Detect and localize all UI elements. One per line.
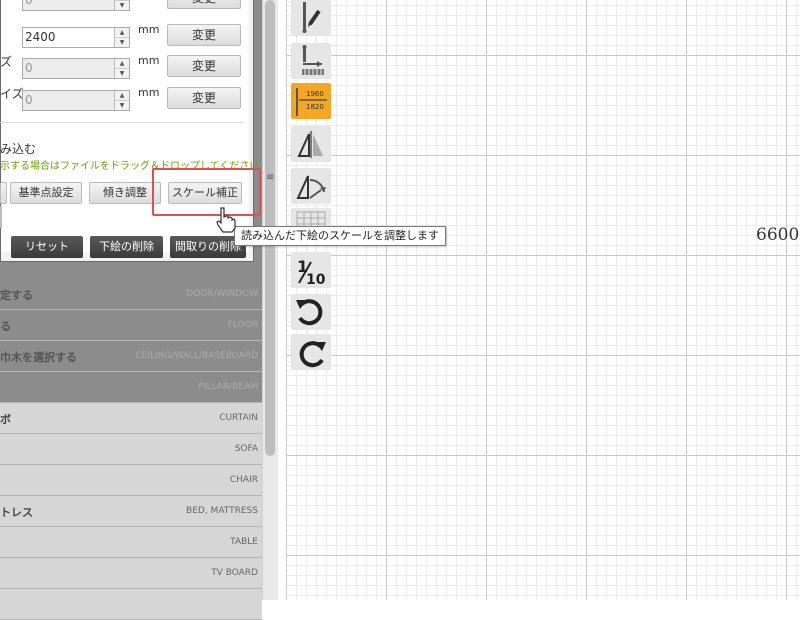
delete-underlay-button[interactable]: 下絵の削除	[90, 236, 163, 258]
wall-icon	[302, 45, 324, 75]
size-value: 0	[25, 0, 33, 7]
spinner-arrows[interactable]: ▲▼	[114, 28, 129, 47]
scale-tooltip: 読み込んだ下絵のスケールを調整します	[234, 226, 446, 246]
size-value: 0	[25, 93, 33, 107]
spinner-up-icon[interactable]: ▲	[115, 28, 129, 38]
size-unit: mm	[138, 54, 160, 67]
category-row[interactable]: PILLAR/BEAM	[0, 372, 262, 403]
category-label-en: FLOOR	[227, 320, 258, 330]
size-row: ズ 0 ▲ ▼ mm 変更	[0, 54, 250, 82]
pen-icon	[302, 2, 321, 33]
dialog-divider	[0, 122, 243, 123]
category-label-en: TABLE	[230, 537, 258, 547]
fraction-icon: 1 10	[297, 257, 326, 288]
category-row[interactable]: トレス BED, MATTRESS	[0, 496, 262, 527]
category-label-en: CEILING/WALL/BASEBOARD	[135, 351, 258, 361]
category-row[interactable]: 巾木を選択する CEILING/WALL/BASEBOARD	[0, 341, 262, 372]
dimension-label: 6600	[756, 225, 800, 245]
tool-pen[interactable]	[291, 0, 331, 36]
category-row[interactable]: CHAIR	[0, 465, 262, 496]
size-row: イズ 0 ▲ ▼ mm 変更	[0, 86, 250, 114]
size-row-label: ズ	[0, 55, 13, 69]
tool-undo[interactable]	[291, 294, 331, 330]
dimension-icon: 1960 1820	[296, 88, 327, 116]
rotate-icon	[296, 175, 326, 199]
size-spinner-input: 0 ▲▼	[22, 58, 130, 79]
category-row[interactable]: る FLOOR	[0, 310, 262, 341]
tool-rotate[interactable]	[291, 168, 331, 204]
spinner-arrows[interactable]: ▲▼	[114, 91, 129, 110]
tool-redo[interactable]	[291, 334, 331, 370]
tool-scale-fraction[interactable]: 1 10	[291, 252, 331, 288]
grip-icon: ≡	[266, 172, 275, 183]
change-button[interactable]: 変更	[167, 55, 241, 77]
category-label-jp: 巾木を選択する	[0, 351, 77, 364]
undo-icon	[296, 299, 323, 326]
category-row[interactable]: SOFA	[0, 434, 262, 465]
category-row[interactable]	[0, 589, 262, 620]
size-spinner-input[interactable]: 2400 ▲ ▼	[22, 27, 130, 48]
category-label-en: TV BOARD	[211, 568, 258, 578]
size-unit: mm	[138, 86, 160, 99]
category-label-jp: トレス	[0, 506, 33, 519]
load-section-label: み込む	[0, 142, 37, 156]
category-row[interactable]: TV BOARD	[0, 558, 262, 589]
category-row[interactable]: TABLE	[0, 527, 262, 558]
tool-dimension[interactable]: 1960 1820	[291, 83, 331, 119]
hand-cursor-icon	[216, 207, 236, 233]
spinner-down-icon[interactable]: ▼	[115, 1, 129, 10]
reset-button[interactable]: リセット	[11, 236, 83, 258]
spinner-arrows[interactable]: ▲▼	[114, 59, 129, 78]
size-row: 0▲▼mm変更	[0, 0, 250, 14]
size-unit: mm	[138, 23, 160, 36]
spinner-down-icon[interactable]: ▼	[115, 101, 129, 110]
size-value: 2400	[25, 30, 56, 44]
category-label-jp: ボ	[0, 413, 11, 426]
reference-point-button[interactable]: 基準点設定	[10, 182, 82, 204]
mirror-icon	[297, 131, 323, 158]
tool-wall-draw[interactable]	[291, 43, 331, 79]
hidden-left-edge	[0, 206, 2, 228]
spinner-up-icon[interactable]: ▲	[115, 59, 129, 69]
spinner-down-icon[interactable]: ▼	[115, 69, 129, 78]
category-label-en: DOOR/WINDOW	[186, 289, 258, 299]
scale-button-highlight	[152, 168, 261, 216]
size-spinner-input: 0 ▲▼	[22, 0, 130, 11]
category-label-en: BED, MATTRESS	[186, 506, 258, 516]
tool-mirror[interactable]	[291, 126, 331, 162]
floor-plan-canvas[interactable]	[286, 0, 800, 600]
category-label-en: PILLAR/BEAM	[198, 382, 258, 392]
category-row[interactable]: ボ CURTAIN	[0, 403, 262, 434]
size-value: 0	[25, 61, 33, 75]
category-label-en: SOFA	[234, 444, 258, 454]
fraction-denominator: 10	[306, 272, 326, 288]
change-button[interactable]: 変更	[167, 0, 241, 9]
spinner-up-icon[interactable]: ▲	[115, 91, 129, 101]
size-row-label: イズ	[0, 87, 24, 101]
redo-icon	[299, 341, 326, 368]
category-label-en: CHAIR	[229, 475, 258, 485]
change-button[interactable]: 変更	[167, 87, 241, 109]
spinner-down-icon[interactable]: ▼	[115, 38, 129, 47]
dimension-top-number: 1960	[306, 90, 324, 98]
size-spinner-input: 0 ▲▼	[22, 90, 130, 111]
tilt-adjust-button[interactable]: 傾き調整	[89, 182, 161, 204]
category-label-en: CURTAIN	[219, 413, 258, 423]
spinner-arrows[interactable]: ▲▼	[114, 0, 129, 10]
category-label-jp: 定する	[0, 289, 33, 302]
dimension-bottom-number: 1820	[306, 103, 324, 111]
category-label-jp: る	[0, 320, 11, 333]
hidden-left-button[interactable]	[0, 182, 7, 204]
change-button[interactable]: 変更	[167, 24, 241, 46]
category-row[interactable]: 定する DOOR/WINDOW	[0, 279, 262, 310]
size-row: 2400 ▲ ▼ mm 変更	[0, 23, 250, 51]
